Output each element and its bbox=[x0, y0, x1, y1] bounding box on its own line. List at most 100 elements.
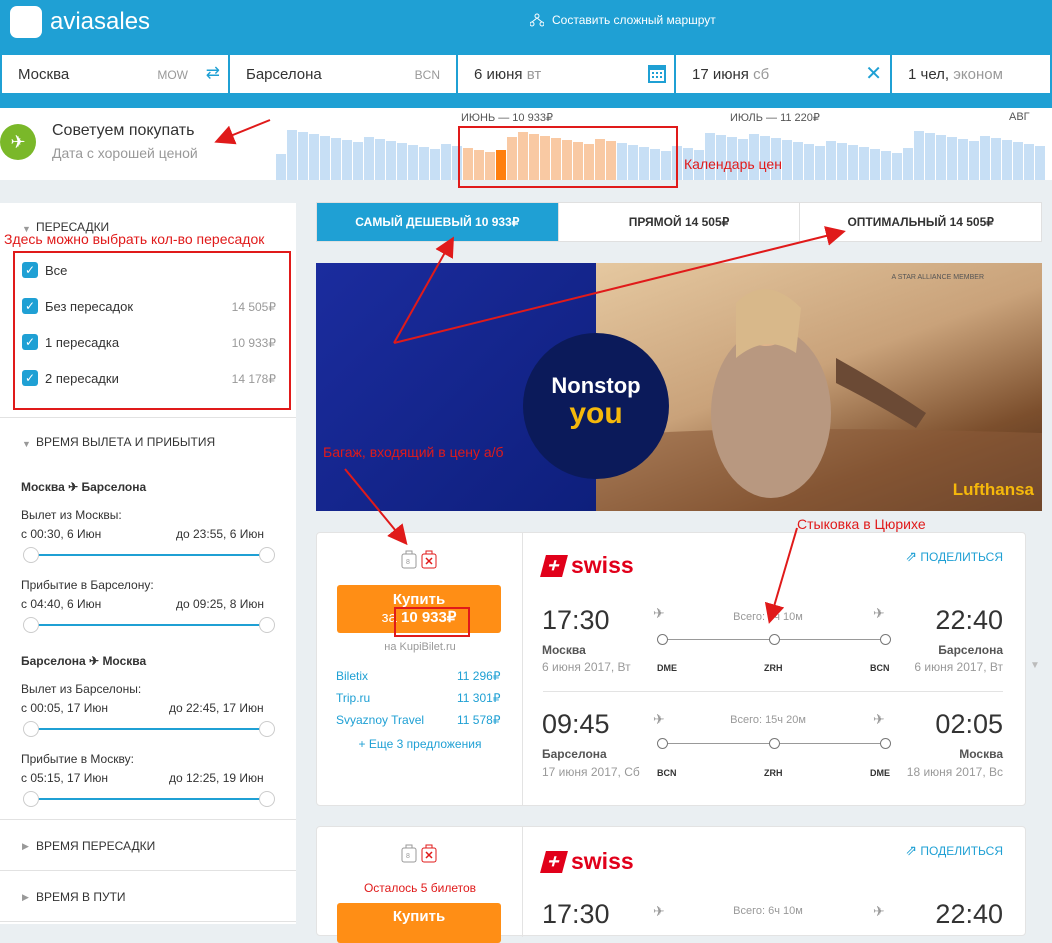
calendar-bar[interactable] bbox=[397, 143, 407, 180]
calendar-bar[interactable] bbox=[837, 143, 847, 180]
inbound-dep-slider[interactable] bbox=[23, 721, 275, 737]
slider-handle[interactable] bbox=[259, 721, 275, 737]
calendar-bar[interactable] bbox=[353, 142, 363, 180]
departure-time: 17:30 bbox=[542, 899, 610, 929]
slider-handle[interactable] bbox=[23, 791, 39, 807]
offer-price[interactable]: 11 296₽ bbox=[457, 669, 500, 683]
calendar-bar[interactable] bbox=[848, 145, 858, 180]
outbound-arr-slider[interactable] bbox=[23, 617, 275, 633]
tickets-left: Осталось 5 билетов bbox=[363, 881, 477, 895]
calendar-bar[interactable] bbox=[320, 136, 330, 180]
luggage-icon: 8 bbox=[401, 844, 417, 863]
depart-date: 6 июня bbox=[474, 66, 523, 83]
share-button[interactable]: ⇗ ПОДЕЛИТЬСЯ bbox=[905, 548, 1003, 565]
calendar-bar[interactable] bbox=[793, 142, 803, 180]
expand-icon[interactable]: ▶ bbox=[22, 892, 29, 903]
slider-handle[interactable] bbox=[259, 791, 275, 807]
calendar-bar[interactable] bbox=[1024, 144, 1034, 180]
calendar-bar[interactable] bbox=[298, 132, 308, 180]
calendar-bar[interactable] bbox=[364, 137, 374, 180]
slider-handle[interactable] bbox=[23, 617, 39, 633]
slider-handle[interactable] bbox=[259, 547, 275, 563]
offer-price[interactable]: 11 578₽ bbox=[457, 713, 500, 727]
price-highlight bbox=[394, 607, 470, 637]
offer-name[interactable]: Trip.ru bbox=[336, 691, 370, 705]
calendar-bar[interactable] bbox=[1002, 140, 1012, 180]
calendar-bar[interactable] bbox=[309, 134, 319, 180]
offer-name[interactable]: Biletix bbox=[336, 669, 368, 683]
times-title[interactable]: ВРЕМЯ ВЫЛЕТА И ПРИБЫТИЯ bbox=[36, 435, 215, 449]
calendar-bar[interactable] bbox=[958, 139, 968, 180]
calendar-bar[interactable] bbox=[859, 147, 869, 180]
calendar-bar[interactable] bbox=[969, 141, 979, 180]
calendar-bar[interactable] bbox=[914, 131, 924, 180]
calendar-bar[interactable] bbox=[804, 144, 814, 180]
calendar-bar[interactable] bbox=[815, 146, 825, 180]
more-offers-link[interactable]: + Еще 3 предложения bbox=[317, 737, 523, 751]
calendar-bar[interactable] bbox=[782, 140, 792, 180]
transfer-time-title[interactable]: ВРЕМЯ ПЕРЕСАДКИ bbox=[36, 839, 155, 853]
calendar-bar[interactable] bbox=[408, 145, 418, 180]
travel-time-title[interactable]: ВРЕМЯ В ПУТИ bbox=[36, 890, 126, 904]
collapse-icon[interactable]: ▼ bbox=[22, 439, 31, 449]
calendar-bar[interactable] bbox=[276, 154, 286, 180]
origin-code: MOW bbox=[157, 68, 188, 82]
share-button[interactable]: ⇗ ПОДЕЛИТЬСЯ bbox=[905, 842, 1003, 859]
tab-optimal[interactable]: ОПТИМАЛЬНЫЙ 14 505₽ bbox=[799, 203, 1041, 241]
total-duration: Всего: 15ч 20м bbox=[730, 714, 806, 726]
return-date-field[interactable]: 17 июня сб ✕ bbox=[676, 55, 890, 93]
calendar-bar[interactable] bbox=[947, 137, 957, 180]
offer-price[interactable]: 11 301₽ bbox=[457, 691, 500, 705]
calendar-bar[interactable] bbox=[419, 147, 429, 180]
destination-field[interactable]: Барселона BCN bbox=[230, 55, 456, 93]
calendar-bar[interactable] bbox=[375, 139, 385, 180]
calendar-bar[interactable] bbox=[881, 151, 891, 180]
route-stop bbox=[657, 634, 668, 645]
expand-details-icon[interactable]: ▼ bbox=[1030, 660, 1040, 671]
complex-route-link[interactable]: Составить сложный маршрут bbox=[530, 13, 716, 27]
calendar-bar[interactable] bbox=[826, 141, 836, 180]
ad-banner[interactable]: A STAR ALLIANCE MEMBER Nonstop you Lufth… bbox=[316, 263, 1042, 511]
calendar-bar[interactable] bbox=[892, 153, 902, 180]
calendar-bar[interactable] bbox=[925, 133, 935, 180]
clear-icon[interactable]: ✕ bbox=[865, 61, 882, 86]
calendar-bar[interactable] bbox=[342, 140, 352, 180]
divider bbox=[0, 870, 296, 871]
outbound-dep-slider[interactable] bbox=[23, 547, 275, 563]
origin-field[interactable]: Москва MOW ⇄ bbox=[2, 55, 228, 93]
calendar-july-label: ИЮЛЬ — 11 220₽ bbox=[730, 112, 820, 124]
calendar-bar[interactable] bbox=[441, 144, 451, 180]
swiss-flag-icon: + bbox=[540, 850, 568, 873]
calendar-bar[interactable] bbox=[287, 130, 297, 180]
logo[interactable]: aviasales bbox=[10, 6, 150, 38]
calendar-bar[interactable] bbox=[870, 149, 880, 180]
inbound-arr-slider[interactable] bbox=[23, 791, 275, 807]
offer-name[interactable]: Svyaznoy Travel bbox=[336, 713, 424, 727]
calendar-icon[interactable] bbox=[648, 63, 666, 87]
calendar-bar[interactable] bbox=[991, 138, 1001, 180]
slider-handle[interactable] bbox=[259, 617, 275, 633]
calendar-bar[interactable] bbox=[1013, 142, 1023, 180]
calendar-bar[interactable] bbox=[430, 149, 440, 180]
logo-icon bbox=[10, 6, 42, 38]
depart-date-field[interactable]: 6 июня вт bbox=[458, 55, 674, 93]
slider-handle[interactable] bbox=[23, 721, 39, 737]
buy-button[interactable]: Купить bbox=[337, 903, 501, 943]
passengers-field[interactable]: 1 чел, эконом bbox=[892, 55, 1050, 93]
calendar-bar[interactable] bbox=[903, 148, 913, 180]
arrival-city: Барселона bbox=[938, 643, 1003, 657]
calendar-bar[interactable] bbox=[936, 135, 946, 180]
tab-cheapest[interactable]: САМЫЙ ДЕШЕВЫЙ 10 933₽ bbox=[317, 203, 558, 241]
calendar-bar[interactable] bbox=[386, 141, 396, 180]
calendar-bar[interactable] bbox=[331, 138, 341, 180]
calendar-bar[interactable] bbox=[1035, 146, 1045, 180]
departure-date: 6 июня 2017, Вт bbox=[542, 660, 631, 674]
banner-line2: you bbox=[569, 397, 623, 430]
swap-icon[interactable]: ⇄ bbox=[206, 63, 220, 83]
divider bbox=[0, 417, 296, 418]
slider-handle[interactable] bbox=[23, 547, 39, 563]
divider bbox=[543, 691, 1003, 692]
tab-direct[interactable]: ПРЯМОЙ 14 505₽ bbox=[557, 203, 800, 241]
calendar-bar[interactable] bbox=[980, 136, 990, 180]
expand-icon[interactable]: ▶ bbox=[22, 841, 29, 852]
